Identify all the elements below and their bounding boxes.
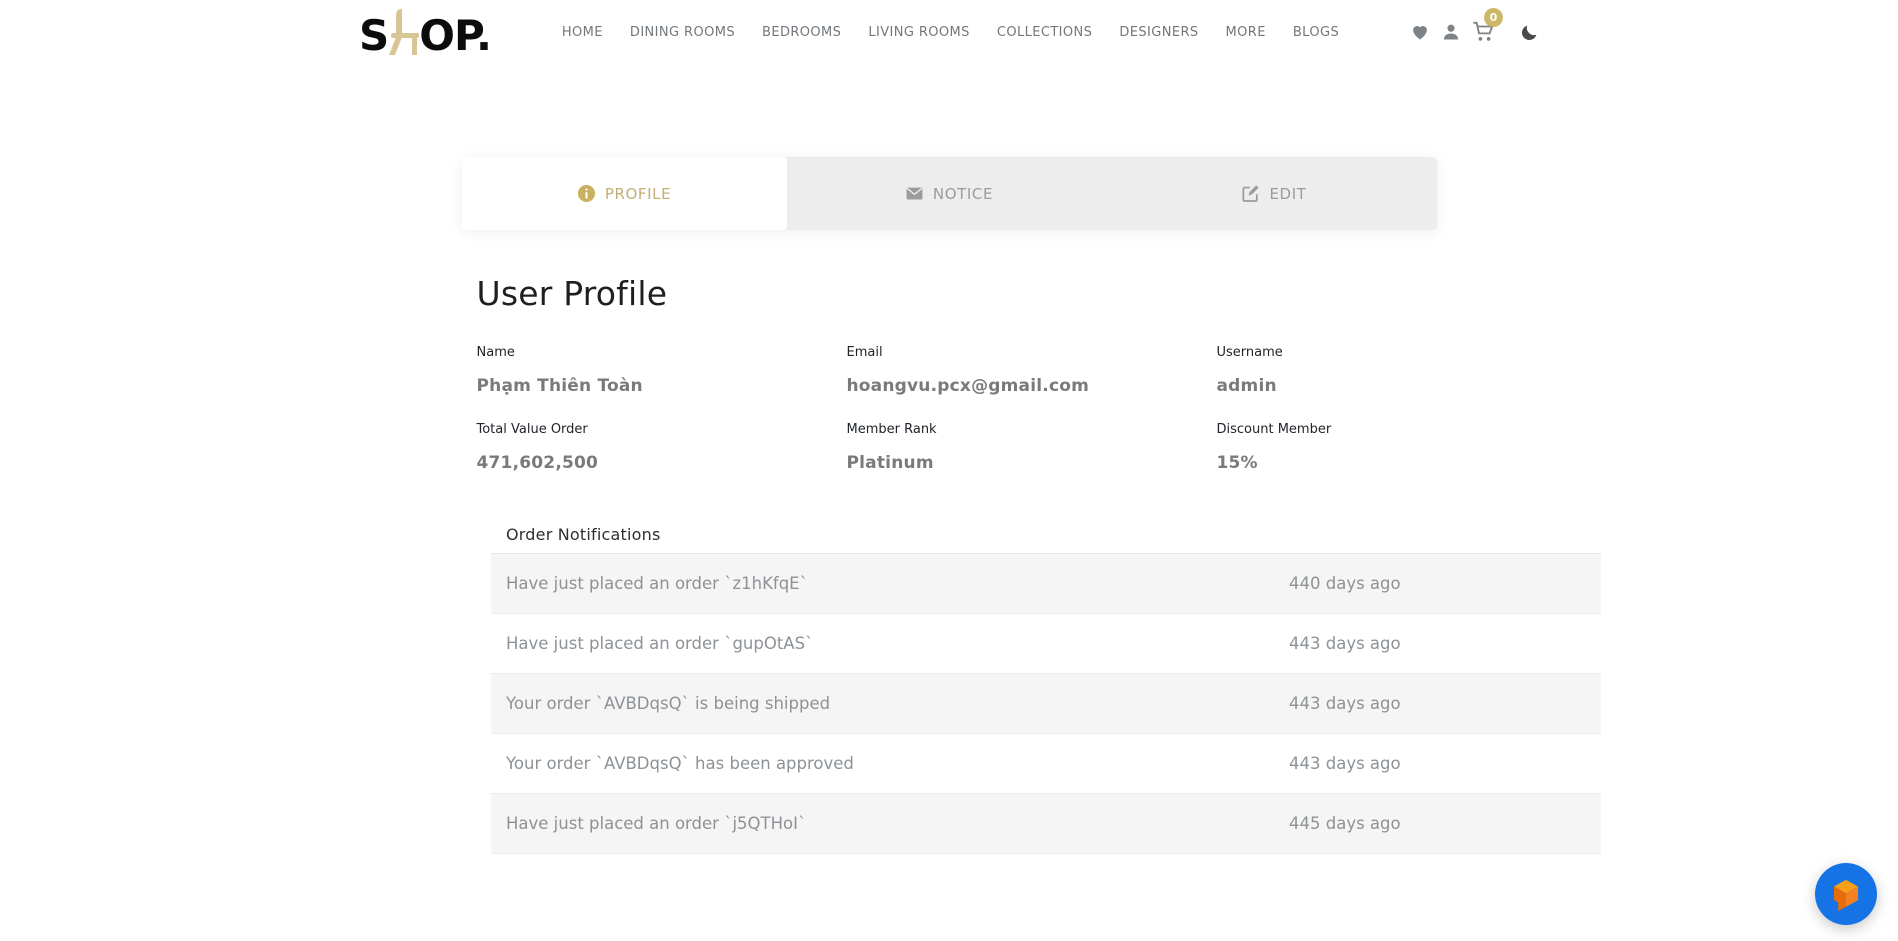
info-icon bbox=[577, 184, 596, 203]
notification-time: 440 days ago bbox=[1289, 574, 1401, 593]
logo[interactable]: S OP. bbox=[359, 9, 491, 55]
header-icons: 0 bbox=[1410, 21, 1539, 43]
heart-icon bbox=[1410, 22, 1430, 42]
nav-item-designers[interactable]: DESIGNERS bbox=[1119, 25, 1198, 40]
field-discount-member: Discount Member 15% bbox=[1217, 422, 1437, 473]
cart-count-badge: 0 bbox=[1484, 8, 1503, 27]
moon-icon bbox=[1520, 23, 1539, 42]
profile-section: User Profile Name Phạm Thiên Toàn Email … bbox=[462, 274, 1437, 473]
notification-message: Have just placed an order `j5QTHoI` bbox=[491, 814, 1289, 833]
field-value: Phạm Thiên Toàn bbox=[477, 376, 847, 396]
nav-item-dining-rooms[interactable]: DINING ROOMS bbox=[630, 25, 735, 40]
field-member-rank: Member Rank Platinum bbox=[847, 422, 1217, 473]
tab-notice[interactable]: NOTICE bbox=[787, 157, 1112, 230]
field-value: 15% bbox=[1217, 453, 1437, 473]
logo-text-prefix: S bbox=[359, 17, 388, 55]
main-nav: HOME DINING ROOMS BEDROOMS LIVING ROOMS … bbox=[562, 25, 1339, 40]
field-total-value-order: Total Value Order 471,602,500 bbox=[477, 422, 847, 473]
nav-item-bedrooms[interactable]: BEDROOMS bbox=[762, 25, 841, 40]
tab-profile-label: PROFILE bbox=[605, 185, 671, 203]
notification-message: Have just placed an order `gupOtAS` bbox=[491, 634, 1289, 653]
notification-row[interactable]: Have just placed an order `gupOtAS` 443 … bbox=[491, 614, 1601, 674]
notifications-title: Order Notifications bbox=[491, 525, 1601, 544]
user-icon bbox=[1441, 22, 1461, 42]
notification-row[interactable]: Have just placed an order `j5QTHoI` 445 … bbox=[491, 794, 1601, 854]
account-button[interactable] bbox=[1441, 22, 1461, 42]
notification-row[interactable]: Have just placed an order `z1hKfqE` 440 … bbox=[491, 554, 1601, 614]
cart-button[interactable]: 0 bbox=[1472, 21, 1495, 43]
nav-item-more[interactable]: MORE bbox=[1226, 25, 1266, 40]
notification-row[interactable]: Your order `AVBDqsQ` has been approved 4… bbox=[491, 734, 1601, 794]
tab-profile[interactable]: PROFILE bbox=[462, 157, 787, 230]
page-title: User Profile bbox=[477, 274, 1437, 313]
site-header: S OP. HOME DINING ROOMS BEDROOMS LIVING … bbox=[0, 0, 1898, 64]
notifications-list: Have just placed an order `z1hKfqE` 440 … bbox=[491, 553, 1601, 854]
nav-item-living-rooms[interactable]: LIVING ROOMS bbox=[868, 25, 970, 40]
field-label: Total Value Order bbox=[477, 422, 847, 437]
field-label: Username bbox=[1217, 345, 1437, 360]
wishlist-button[interactable] bbox=[1410, 22, 1430, 42]
field-label: Discount Member bbox=[1217, 422, 1437, 437]
notification-time: 443 days ago bbox=[1289, 634, 1401, 653]
main-content: PROFILE NOTICE EDIT User Profile Name Ph… bbox=[0, 157, 1898, 854]
field-value: Platinum bbox=[847, 453, 1217, 473]
notification-time: 443 days ago bbox=[1289, 754, 1401, 773]
notification-row[interactable]: Your order `AVBDqsQ` is being shipped 44… bbox=[491, 674, 1601, 734]
chat-cube-icon bbox=[1829, 876, 1863, 912]
field-value: hoangvu.pcx@gmail.com bbox=[847, 376, 1217, 396]
nav-item-collections[interactable]: COLLECTIONS bbox=[997, 25, 1092, 40]
notification-message: Your order `AVBDqsQ` has been approved bbox=[491, 754, 1289, 773]
chair-icon bbox=[386, 9, 422, 55]
field-label: Name bbox=[477, 345, 847, 360]
notification-message: Your order `AVBDqsQ` is being shipped bbox=[491, 694, 1289, 713]
field-value: 471,602,500 bbox=[477, 453, 847, 473]
theme-toggle-button[interactable] bbox=[1520, 23, 1539, 42]
field-username: Username admin bbox=[1217, 345, 1437, 396]
field-email: Email hoangvu.pcx@gmail.com bbox=[847, 345, 1217, 396]
tab-notice-label: NOTICE bbox=[933, 185, 993, 203]
edit-icon bbox=[1241, 184, 1260, 203]
field-value: admin bbox=[1217, 376, 1437, 396]
chat-widget-button[interactable] bbox=[1815, 863, 1877, 925]
envelope-icon bbox=[905, 184, 924, 203]
notification-time: 443 days ago bbox=[1289, 694, 1401, 713]
tab-edit[interactable]: EDIT bbox=[1112, 157, 1437, 230]
field-name: Name Phạm Thiên Toàn bbox=[477, 345, 847, 396]
logo-text-suffix: OP. bbox=[419, 17, 491, 55]
field-label: Email bbox=[847, 345, 1217, 360]
field-label: Member Rank bbox=[847, 422, 1217, 437]
notification-time: 445 days ago bbox=[1289, 814, 1401, 833]
nav-item-home[interactable]: HOME bbox=[562, 25, 603, 40]
profile-tabbar: PROFILE NOTICE EDIT bbox=[462, 157, 1437, 230]
nav-item-blogs[interactable]: BLOGS bbox=[1293, 25, 1339, 40]
tab-edit-label: EDIT bbox=[1269, 185, 1306, 203]
profile-fields: Name Phạm Thiên Toàn Email hoangvu.pcx@g… bbox=[477, 345, 1437, 473]
notifications-section: Order Notifications Have just placed an … bbox=[491, 525, 1601, 854]
notification-message: Have just placed an order `z1hKfqE` bbox=[491, 574, 1289, 593]
